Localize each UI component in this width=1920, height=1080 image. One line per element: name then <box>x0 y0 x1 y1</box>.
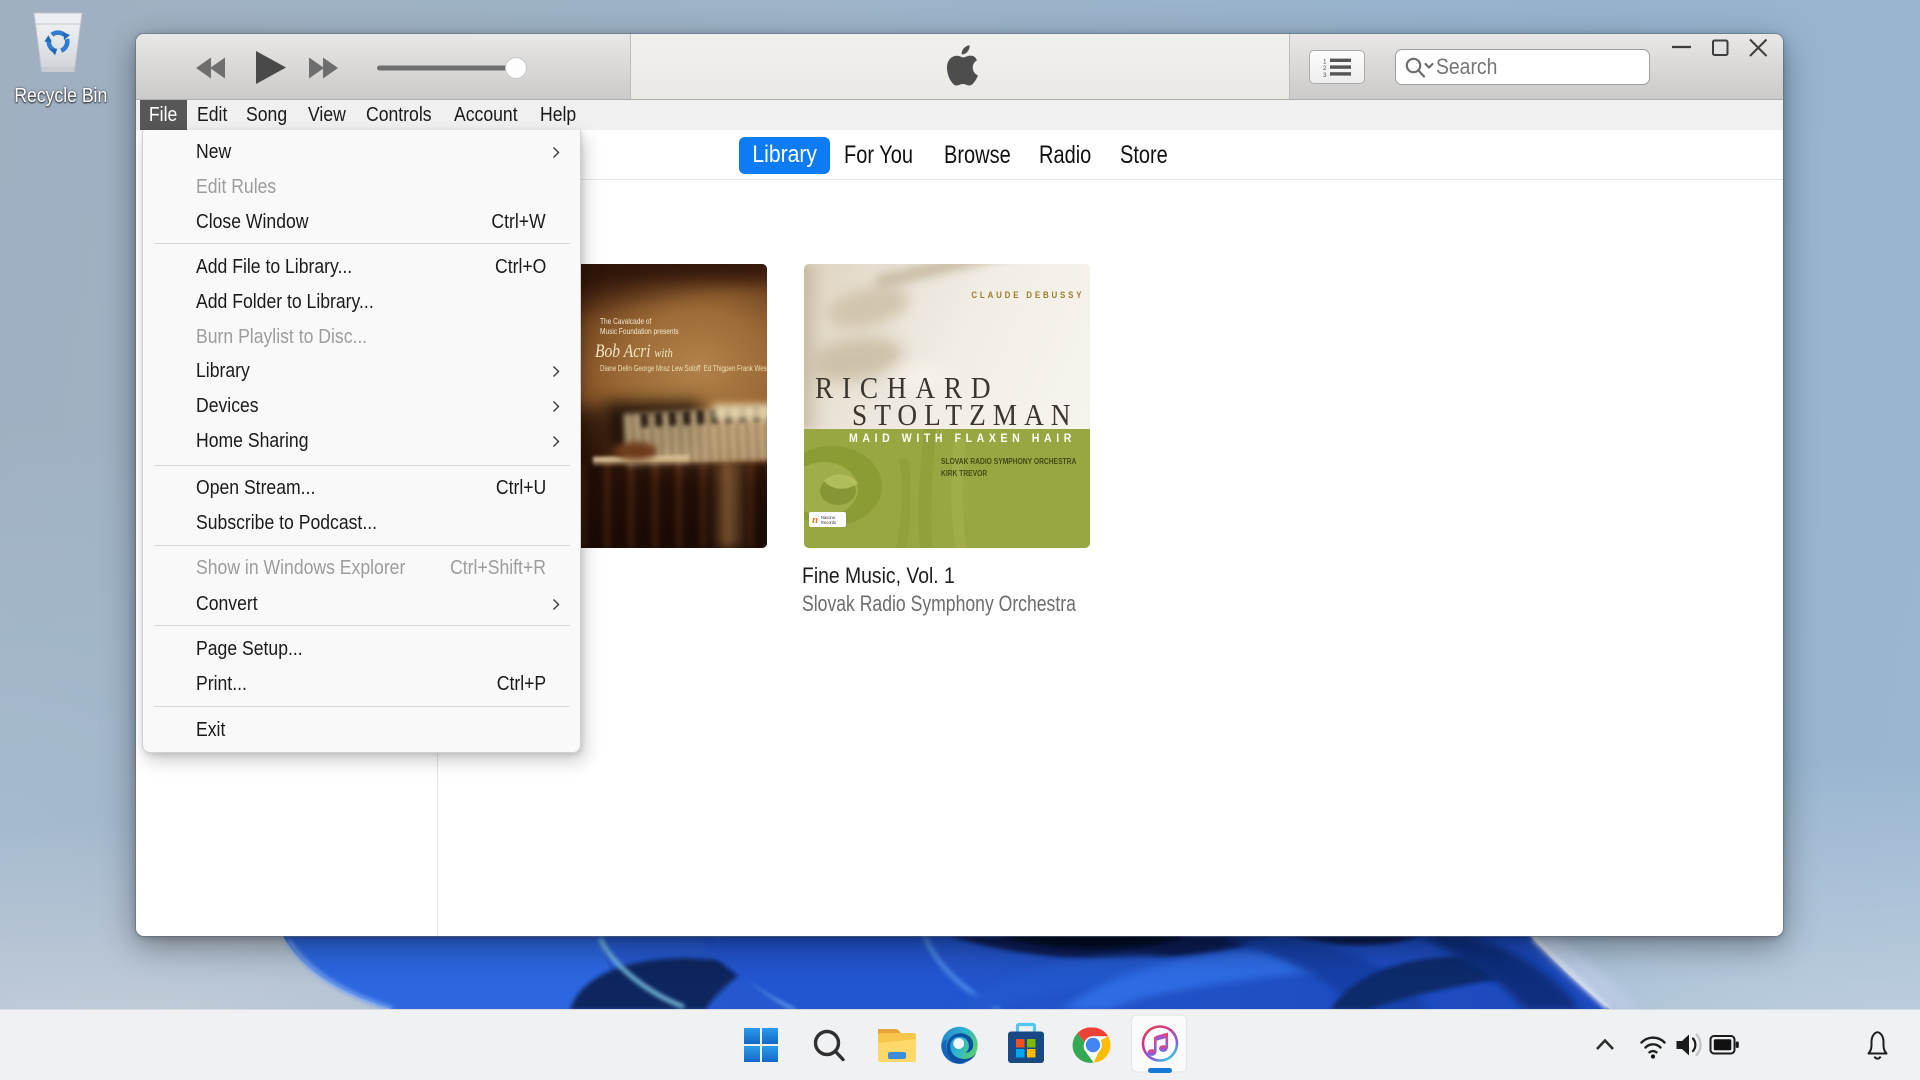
svg-text:3: 3 <box>1323 72 1327 77</box>
